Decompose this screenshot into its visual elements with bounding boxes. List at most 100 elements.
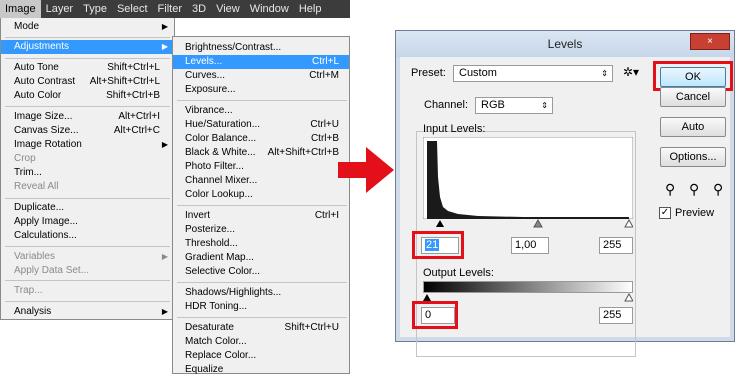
menu-item[interactable]: Calculations... — [1, 229, 174, 243]
menubar-item[interactable]: View — [211, 0, 245, 18]
menu-item-shortcut: Alt+Shift+Ctrl+B — [267, 147, 339, 158]
menu-item[interactable]: Selective Color... — [173, 265, 349, 279]
cancel-button[interactable]: Cancel — [660, 87, 726, 107]
input-slider[interactable] — [423, 219, 633, 229]
menu-item-shortcut: Shift+Ctrl+L — [107, 62, 160, 73]
menu-item[interactable]: Levels... Ctrl+L — [173, 55, 349, 69]
menu-item-label: Reveal All — [14, 181, 59, 192]
output-white-field[interactable]: 255 — [599, 307, 633, 324]
menu-item-label: Desaturate — [185, 322, 234, 333]
input-white-field[interactable]: 255 — [599, 237, 633, 254]
menu-item[interactable]: Curves... Ctrl+M — [173, 69, 349, 83]
menu-item[interactable]: Gradient Map... — [173, 251, 349, 265]
menu-item-shortcut: Alt+Ctrl+I — [118, 111, 160, 122]
menubar-item[interactable]: Select — [112, 0, 153, 18]
menu-item-label: Auto Contrast — [14, 76, 76, 87]
menu-item[interactable]: Image Rotation ▶ — [1, 138, 174, 152]
menu-item[interactable]: Auto Color Shift+Ctrl+B — [1, 89, 174, 103]
menu-item[interactable]: Color Balance... Ctrl+B — [173, 132, 349, 146]
menu-item[interactable]: Channel Mixer... — [173, 174, 349, 188]
menu-item[interactable]: Equalize — [173, 363, 349, 377]
menu-item[interactable]: Threshold... — [173, 237, 349, 251]
menu-item[interactable]: Posterize... — [173, 223, 349, 237]
menu-item[interactable]: Invert Ctrl+I — [173, 209, 349, 223]
menu-item[interactable]: Duplicate... — [1, 201, 174, 215]
white-point-handle — [624, 219, 633, 228]
menu-separator — [5, 301, 170, 302]
menu-separator — [177, 100, 347, 101]
menu-item-label: Posterize... — [185, 224, 236, 235]
menubar-item[interactable]: Image — [0, 0, 41, 18]
menu-item-label: Auto Tone — [14, 62, 59, 73]
output-levels-label: Output Levels: — [423, 267, 494, 279]
menu-item-label: Crop — [14, 153, 36, 164]
menu-item[interactable]: Exposure... — [173, 83, 349, 97]
menu-item: Apply Data Set... — [1, 264, 174, 278]
black-eyedropper-icon[interactable]: ⚲ — [665, 181, 675, 198]
white-eyedropper-icon[interactable]: ⚲ — [713, 181, 723, 198]
menubar-item[interactable]: Help — [294, 0, 327, 18]
menu-item-label: Match Color... — [185, 336, 247, 347]
preset-options-gear-icon[interactable]: ✲▾ — [623, 65, 639, 79]
input-gamma-field[interactable]: 1,00 — [511, 237, 549, 254]
gray-eyedropper-icon[interactable]: ⚲ — [689, 181, 699, 198]
menu-item-shortcut: Ctrl+B — [310, 133, 339, 144]
options-button[interactable]: Options... — [660, 147, 726, 167]
menu-item[interactable]: Brightness/Contrast... — [173, 41, 349, 55]
menu-item[interactable]: Analysis ▶ — [1, 305, 174, 319]
menu-item-label: Adjustments — [14, 41, 70, 52]
menu-separator — [5, 106, 170, 107]
submenu-arrow-icon: ▶ — [161, 42, 168, 51]
menu-item[interactable]: Match Color... — [173, 335, 349, 349]
menu-item[interactable]: Color Lookup... — [173, 188, 349, 202]
auto-button[interactable]: Auto — [660, 117, 726, 137]
menu-item[interactable]: Photo Filter... — [173, 160, 349, 174]
menu-item[interactable]: HDR Toning... — [173, 300, 349, 314]
menubar-item[interactable]: Filter — [153, 0, 187, 18]
menu-item[interactable]: Image Size... Alt+Ctrl+I — [1, 110, 174, 124]
menu-item[interactable]: Mode ▶ — [1, 20, 174, 34]
input-levels-label: Input Levels: — [423, 123, 486, 135]
menu-item[interactable]: Desaturate Shift+Ctrl+U — [173, 321, 349, 335]
close-button[interactable]: × — [690, 33, 730, 50]
menubar-item[interactable]: Layer — [41, 0, 79, 18]
output-gradient — [423, 281, 633, 293]
menu-item[interactable]: Auto Contrast Alt+Shift+Ctrl+L — [1, 75, 174, 89]
menu-item-label: Levels... — [185, 56, 223, 67]
menu-item: Trap... — [1, 284, 174, 298]
levels-dialog: Levels × Preset: Custom ⇕ ✲▾ Channel: RG… — [395, 30, 735, 357]
menu-item[interactable]: Vibrance... — [173, 104, 349, 118]
menu-item[interactable]: Hue/Saturation... Ctrl+U — [173, 118, 349, 132]
menu-item-label: Color Balance... — [185, 133, 257, 144]
image-menu: Mode ▶ Adjustments ▶ Auto Tone Shift+Ctrl+L Au… — [0, 18, 175, 320]
menu-item-shortcut: Shift+Ctrl+B — [106, 90, 160, 101]
menu-separator — [5, 246, 170, 247]
submenu-arrow-icon: ▶ — [161, 252, 168, 261]
preset-select[interactable]: Custom ⇕ — [453, 65, 613, 82]
adjustments-submenu: Brightness/Contrast... Levels... Ctrl+L Cur… — [172, 36, 350, 377]
menu-item[interactable]: Trim... — [1, 166, 174, 180]
menubar-item[interactable]: 3D — [187, 0, 211, 18]
menubar-item[interactable]: Type — [78, 0, 112, 18]
menu-item-label: Shadows/Highlights... — [185, 287, 282, 298]
highlight-box-input-black — [412, 231, 464, 259]
menu-item[interactable]: Apply Image... — [1, 215, 174, 229]
menu-item-label: Exposure... — [185, 84, 236, 95]
menu-item-label: Vibrance... — [185, 105, 233, 116]
menu-item-label: Trap... — [14, 285, 43, 296]
menu-item-shortcut: Ctrl+I — [314, 210, 339, 221]
menu-item[interactable]: Shadows/Highlights... — [173, 286, 349, 300]
menu-item[interactable]: Adjustments ▶ — [1, 40, 174, 54]
menu-item[interactable]: Canvas Size... Alt+Ctrl+C — [1, 124, 174, 138]
menu-item-label: Canvas Size... — [14, 125, 79, 136]
menu-item[interactable]: Replace Color... — [173, 349, 349, 363]
channel-select[interactable]: RGB ⇕ — [475, 97, 553, 114]
preview-checkbox[interactable]: ✓ — [659, 207, 671, 219]
menu-item[interactable]: Auto Tone Shift+Ctrl+L — [1, 61, 174, 75]
menu-item[interactable]: Black & White... Alt+Shift+Ctrl+B — [173, 146, 349, 160]
chevron-updown-icon: ⇕ — [601, 69, 608, 78]
menu-item-label: Color Lookup... — [185, 189, 253, 200]
highlight-box-output-black — [412, 301, 458, 329]
menu-item-label: Apply Image... — [14, 216, 78, 227]
menubar-item[interactable]: Window — [245, 0, 294, 18]
